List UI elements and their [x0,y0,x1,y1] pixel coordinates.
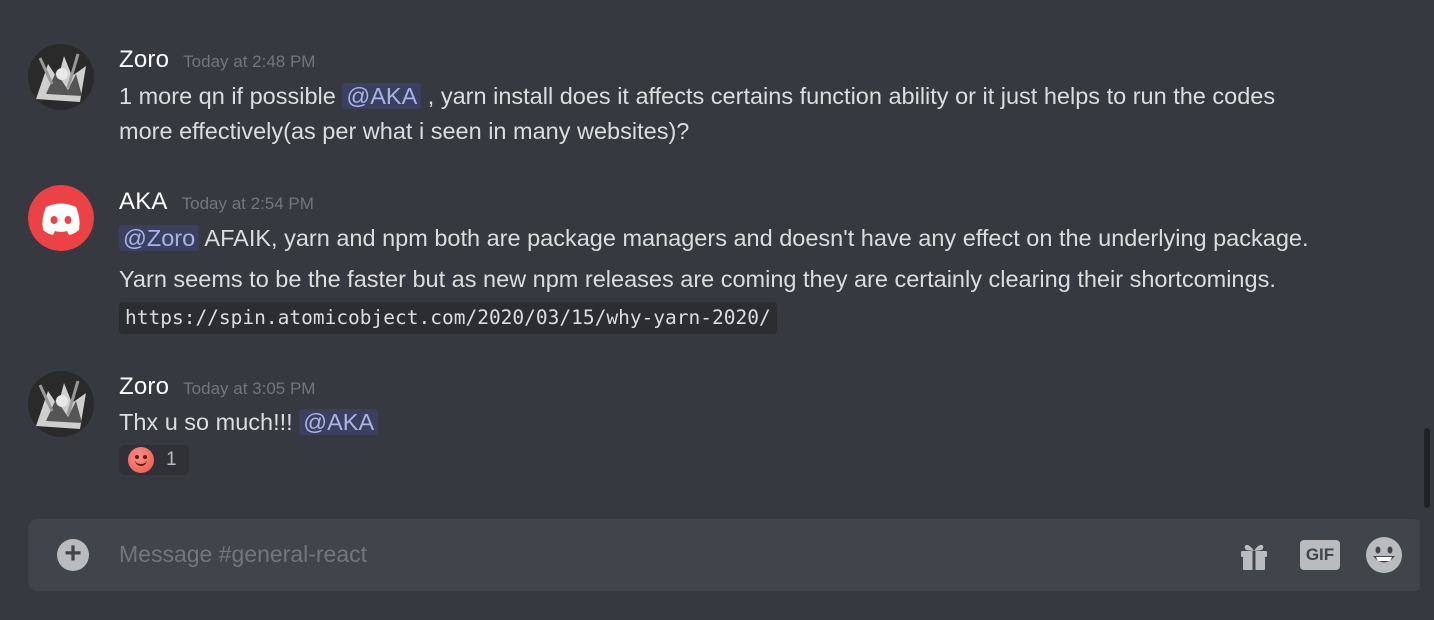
scrollbar-thumb[interactable] [1424,428,1430,508]
message-composer[interactable]: + Message #general-react GIF [28,519,1424,591]
username[interactable]: Zoro [119,373,169,401]
message-content: Thx u so much!!! @AKA [119,405,1369,440]
message-text: Thx u so much!!! [119,409,300,435]
gift-icon[interactable] [1236,537,1272,573]
timestamp: Today at 2:54 PM [181,194,314,213]
avatar-image [28,371,94,437]
message-content: @Zoro AFAIK, yarn and npm both are packa… [119,221,1369,334]
avatar[interactable] [28,371,94,437]
message-input[interactable]: Message #general-react [119,541,367,568]
message-text: Yarn seems to be the faster but as new n… [119,266,1276,292]
chat-area: Zoro Today at 2:48 PM 1 more qn if possi… [0,0,1434,620]
plus-circle-icon[interactable]: + [57,539,89,571]
user-mention[interactable]: @Zoro [119,225,200,251]
reaction-button[interactable]: 1 [119,445,189,475]
avatar-image [28,44,94,110]
message-content: 1 more qn if possible @AKA , yarn instal… [119,79,1369,149]
username[interactable]: Zoro [119,46,169,74]
timestamp: Today at 3:05 PM [183,379,316,398]
user-mention[interactable]: @AKA [342,83,422,109]
message-text: AFAIK, yarn and npm both are package man… [199,225,1309,251]
message-header: Zoro Today at 3:05 PM [119,373,315,401]
message-header: Zoro Today at 2:48 PM [119,46,315,74]
avatar[interactable] [28,44,94,110]
timestamp: Today at 2:48 PM [183,52,316,71]
username[interactable]: AKA [119,188,168,216]
gif-button[interactable]: GIF [1300,540,1340,570]
scrollbar[interactable] [1420,0,1434,620]
message-text: 1 more qn if possible [119,83,343,109]
message-text: more effectively(as per what i seen in m… [119,118,690,144]
discord-logo-icon [28,185,94,251]
message-text: , yarn install does it affects certains … [421,83,1276,109]
slightly-smiling-face-icon [128,447,154,473]
code-link[interactable]: https://spin.atomicobject.com/2020/03/15… [119,302,777,334]
avatar[interactable] [28,185,94,251]
reaction-count: 1 [166,449,177,470]
user-mention[interactable]: @AKA [299,409,379,435]
grinning-face-icon[interactable] [1364,535,1404,575]
message-header: AKA Today at 2:54 PM [119,188,314,216]
